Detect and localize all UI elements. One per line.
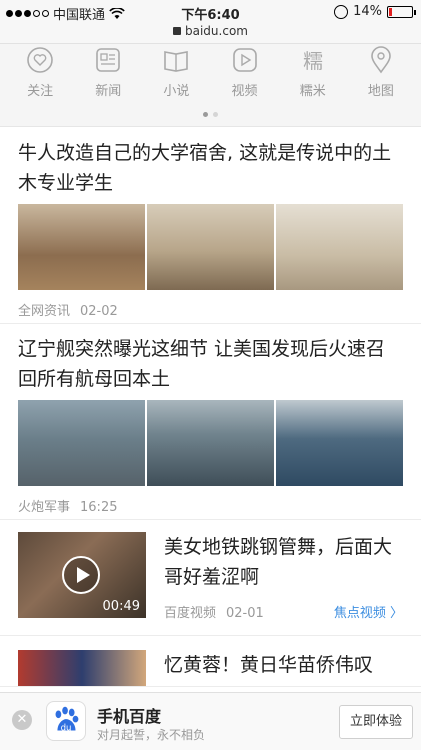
news-image[interactable] [18, 204, 145, 290]
category-label: 小说 [163, 84, 190, 99]
news-title[interactable]: 牛人改造自己的大学宿舍, 这就是传说中的土木专业学生 [18, 138, 403, 198]
category-news[interactable]: 新闻 [74, 44, 142, 99]
category-label: 视频 [231, 84, 258, 99]
news-date: 02-02 [80, 304, 118, 319]
video-date: 02-01 [226, 606, 264, 621]
nuomi-icon: 糯 [303, 49, 323, 73]
category-nav: 关注 新闻 小说 视频 糯 糯米 地图 [0, 44, 421, 127]
news-title[interactable]: 忆黄蓉！黄日华苗侨伟叹 [146, 650, 373, 686]
heart-icon [27, 47, 53, 73]
image-row [18, 400, 403, 486]
news-image[interactable] [18, 650, 146, 686]
video-info: 美女地铁跳钢管舞，后面大哥好羞涩啊 百度视频 02-01 焦点视频 〉 [146, 532, 403, 635]
category-video[interactable]: 视频 [211, 44, 279, 99]
image-row [18, 204, 403, 290]
battery-percent: 14% [353, 4, 382, 19]
news-feed: 牛人改造自己的大学宿舍, 这就是传说中的土木专业学生 全网资讯 02-02 辽宁舰… [0, 128, 421, 687]
category-novel[interactable]: 小说 [142, 44, 210, 99]
video-thumbnail[interactable]: 00:49 [18, 532, 146, 618]
news-image[interactable] [276, 400, 403, 486]
news-card[interactable]: 忆黄蓉！黄日华苗侨伟叹 [0, 636, 421, 687]
news-image[interactable] [147, 400, 274, 486]
featured-video-link[interactable]: 焦点视频 〉 [334, 602, 403, 621]
news-card[interactable]: 牛人改造自己的大学宿舍, 这就是传说中的土木专业学生 全网资讯 02-02 [0, 128, 421, 324]
padlock-icon [173, 27, 181, 35]
app-download-banner: ✕ du 手机百度 对月起誓，永不相负 立即体验 [0, 692, 421, 750]
news-image[interactable] [147, 204, 274, 290]
app-slogan: 对月起誓，永不相负 [97, 728, 206, 742]
try-now-button[interactable]: 立即体验 [339, 705, 413, 739]
page-dot [213, 112, 218, 117]
video-icon [232, 48, 257, 72]
video-source: 百度视频 [164, 606, 217, 621]
page-indicator [0, 112, 421, 117]
book-icon [164, 51, 189, 72]
rotation-lock-icon [334, 4, 349, 19]
news-image[interactable] [18, 400, 145, 486]
category-label: 新闻 [95, 84, 122, 99]
video-title[interactable]: 美女地铁跳钢管舞，后面大哥好羞涩啊 [164, 532, 403, 592]
page-dot-active [203, 112, 208, 117]
url-domain: baidu.com [185, 24, 248, 38]
news-source: 全网资讯 [18, 304, 71, 319]
app-name: 手机百度 [97, 707, 162, 726]
category-label: 糯米 [299, 84, 326, 99]
news-image[interactable] [276, 204, 403, 290]
news-date: 16:25 [80, 500, 118, 515]
status-right: 14% [334, 4, 416, 19]
news-title[interactable]: 辽宁舰突然曝光这细节 让美国发现后火速召回所有航母回本土 [18, 334, 403, 394]
map-pin-icon [371, 46, 391, 74]
status-bar: 中国联通 下午6:40 14% [0, 0, 421, 24]
logo-text: du [61, 724, 72, 734]
category-map[interactable]: 地图 [347, 44, 415, 99]
news-source: 火炮军事 [18, 500, 71, 515]
baidu-paw-logo: du [46, 701, 86, 741]
video-meta: 百度视频 02-01 [164, 602, 274, 621]
play-icon[interactable] [62, 556, 100, 594]
battery-icon [387, 5, 416, 18]
category-nuomi[interactable]: 糯 糯米 [279, 44, 347, 99]
category-label: 关注 [27, 84, 54, 99]
category-follow[interactable]: 关注 [6, 44, 74, 99]
close-icon[interactable]: ✕ [12, 710, 32, 730]
address-bar[interactable]: baidu.com [0, 24, 421, 44]
video-duration: 00:49 [102, 599, 140, 614]
news-icon [96, 48, 121, 72]
svg-text:糯: 糯 [303, 49, 323, 73]
news-card[interactable]: 辽宁舰突然曝光这细节 让美国发现后火速召回所有航母回本土 火炮军事 16:25 [0, 324, 421, 520]
video-card[interactable]: 00:49 美女地铁跳钢管舞，后面大哥好羞涩啊 百度视频 02-01 焦点视频 〉 [0, 520, 421, 636]
category-label: 地图 [367, 84, 394, 99]
